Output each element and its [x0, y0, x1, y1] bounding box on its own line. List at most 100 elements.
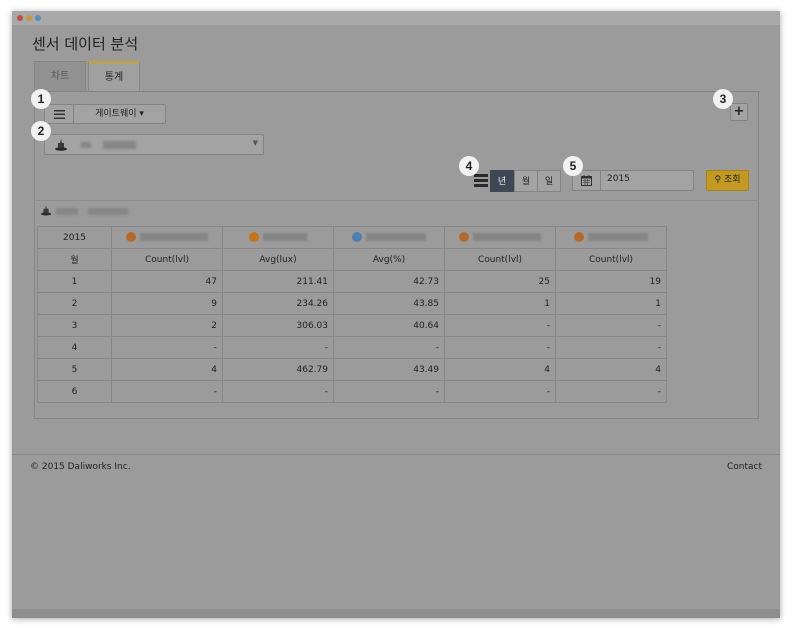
- table-cell: 234.26: [222, 292, 334, 315]
- redacted-device-name: [81, 142, 91, 148]
- redacted-sensor-name: [140, 233, 208, 242]
- table-row: 1 47 211.41 42.73 25 19: [37, 270, 667, 293]
- table-cell: -: [111, 336, 223, 359]
- table-cell: -: [111, 380, 223, 403]
- sensor-header: [555, 226, 667, 249]
- table-cell: 43.85: [333, 292, 445, 315]
- redacted-sensor-name: [263, 233, 307, 242]
- table-cell: -: [222, 380, 334, 403]
- table-cell: 211.41: [222, 270, 334, 293]
- table-unit-header-row: 월 Count(lvl) Avg(lux) Avg(%) Count(lvl) …: [37, 248, 667, 271]
- callout-badge-3: 3: [713, 89, 733, 109]
- table-cell-month: 6: [37, 380, 112, 403]
- table-sensor-header-row: 2015: [37, 226, 667, 249]
- maximize-window-icon[interactable]: [35, 15, 41, 21]
- table-cell-month: 3: [37, 314, 112, 337]
- table-cell: 40.64: [333, 314, 445, 337]
- redacted-sensor-name: [588, 233, 648, 242]
- date-value: 2015: [607, 174, 630, 184]
- period-day-button[interactable]: 일: [537, 170, 561, 192]
- footer-divider: [12, 454, 780, 455]
- footer-copyright: © 2015 Daliworks Inc.: [30, 462, 131, 472]
- unit-header: Avg(lux): [222, 248, 334, 271]
- table-cell: 1: [444, 292, 556, 315]
- gateway-dropdown-button[interactable]: 게이트웨이 ▾: [73, 104, 166, 124]
- tab-statistics[interactable]: 통계: [88, 61, 140, 92]
- redacted-device-label: [56, 208, 78, 215]
- table-cell: 2: [111, 314, 223, 337]
- table-cell: -: [333, 336, 445, 359]
- table-cell: -: [555, 314, 667, 337]
- sensor-icon: [459, 232, 469, 243]
- table-cell: -: [444, 314, 556, 337]
- page-title: 센서 데이터 분석: [32, 35, 139, 53]
- device-select[interactable]: ▼: [44, 134, 264, 155]
- minimize-window-icon[interactable]: [26, 15, 32, 21]
- table-row: 5 4 462.79 43.49 4 4: [37, 358, 667, 381]
- table-cell: 4: [555, 358, 667, 381]
- table-cell: 1: [555, 292, 667, 315]
- table-cell: -: [555, 380, 667, 403]
- redacted-sensor-name: [473, 233, 541, 242]
- table-cell: 462.79: [222, 358, 334, 381]
- humidity-sensor-icon: [352, 232, 362, 243]
- table-cell-month: 5: [37, 358, 112, 381]
- search-button[interactable]: ⚲ 조회: [706, 170, 749, 191]
- redacted-device-id: [103, 141, 136, 149]
- sensor-header: [111, 226, 223, 249]
- footer-contact-link[interactable]: Contact: [727, 462, 762, 472]
- close-window-icon[interactable]: [17, 15, 23, 21]
- device-icon: [40, 205, 52, 216]
- app-window: 센서 데이터 분석 차트 통계 게이트웨이 ▾ + ▼ 년 월 일 2015 ⚲…: [12, 11, 780, 618]
- device-icon: [55, 139, 67, 151]
- table-cell: -: [333, 380, 445, 403]
- callout-badge-4: 4: [459, 156, 479, 176]
- callout-badge-2: 2: [31, 121, 51, 141]
- date-picker[interactable]: 2015: [572, 170, 694, 191]
- section-divider: [34, 200, 759, 201]
- sensor-header: [444, 226, 556, 249]
- menu-button[interactable]: [44, 104, 74, 124]
- year-header: 2015: [37, 226, 112, 249]
- redacted-sensor-name: [366, 233, 426, 242]
- tab-chart[interactable]: 차트: [34, 61, 86, 91]
- table-cell: 4: [111, 358, 223, 381]
- sensor-header: [222, 226, 334, 249]
- add-button[interactable]: +: [730, 103, 748, 121]
- light-sensor-icon: [249, 232, 259, 243]
- sensor-icon: [574, 232, 584, 243]
- hamburger-icon: [54, 110, 65, 119]
- callout-badge-5: 5: [563, 156, 583, 176]
- table-cell: 4: [444, 358, 556, 381]
- search-icon: ⚲: [714, 175, 722, 185]
- period-stack-icon: [474, 174, 488, 187]
- search-button-label: 조회: [723, 175, 741, 185]
- table-row: 2 9 234.26 43.85 1 1: [37, 292, 667, 315]
- table-cell: -: [444, 380, 556, 403]
- calendar-icon: [581, 175, 592, 186]
- table-cell: 9: [111, 292, 223, 315]
- table-row: 4 - - - - -: [37, 336, 667, 359]
- sensor-header: [333, 226, 445, 249]
- unit-header: Count(lvl): [444, 248, 556, 271]
- period-month-button[interactable]: 월: [514, 170, 538, 192]
- table-cell: 47: [111, 270, 223, 293]
- table-cell: 306.03: [222, 314, 334, 337]
- table-cell-month: 1: [37, 270, 112, 293]
- statistics-table: 2015 월 Count(lvl) Avg(lux) Avg(%) Count(…: [37, 226, 667, 403]
- window-bottom-bar: [12, 609, 780, 618]
- table-cell-month: 4: [37, 336, 112, 359]
- table-cell: 43.49: [333, 358, 445, 381]
- window-titlebar: [12, 11, 780, 25]
- chevron-down-icon: ▼: [252, 139, 258, 147]
- unit-header: Count(lvl): [111, 248, 223, 271]
- unit-header: Avg(%): [333, 248, 445, 271]
- table-row: 6 - - - - -: [37, 380, 667, 403]
- table-cell: -: [555, 336, 667, 359]
- month-header: 월: [37, 248, 112, 271]
- unit-header: Count(lvl): [555, 248, 667, 271]
- table-cell: 42.73: [333, 270, 445, 293]
- sensor-icon: [126, 232, 136, 243]
- redacted-device-label-2: [88, 208, 128, 215]
- period-year-button[interactable]: 년: [490, 170, 514, 192]
